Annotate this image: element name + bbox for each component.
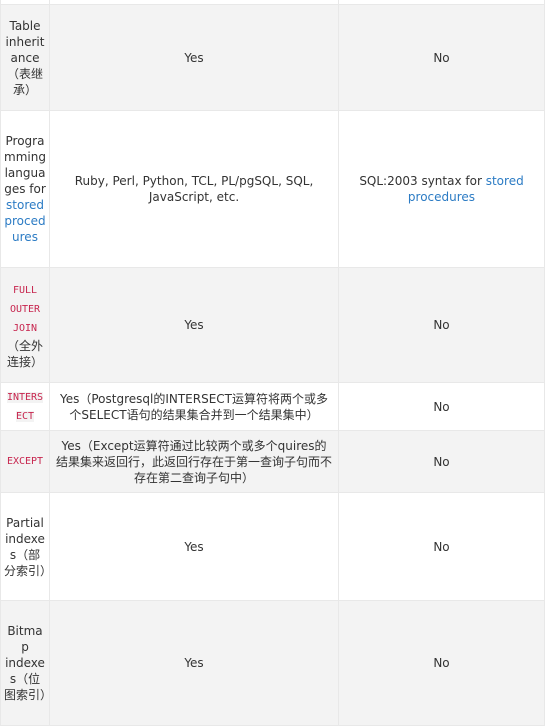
postgresql-value: Yes bbox=[184, 656, 204, 670]
feature-label: （全外连接） bbox=[6, 338, 43, 369]
other-db-value: No bbox=[433, 539, 450, 554]
postgresql-cell: Yes（Postgresql的INTERSECT运算符将两个或多个SELECT语… bbox=[49, 382, 339, 431]
other-db-value: No bbox=[433, 318, 450, 332]
postgresql-value: Yes（Except运算符通过比较两个或多个quires的结果集来返回行，此返回… bbox=[56, 438, 333, 485]
other-db-cell: No bbox=[338, 4, 545, 111]
feature-cell: Table inheritance（表继承） bbox=[0, 4, 50, 111]
postgresql-value: Ruby, Perl, Python, TCL, PL/pgSQL, SQL, … bbox=[74, 174, 314, 204]
other-db-value: No bbox=[433, 656, 450, 670]
other-db-cell: No bbox=[338, 267, 545, 383]
other-db-cell: No bbox=[338, 430, 545, 493]
postgresql-value: Yes（Postgresql的INTERSECT运算符将两个或多个SELECT语… bbox=[59, 391, 329, 422]
table-row-bitmap-indexes: Bitmap indexes（位图索引） Yes No bbox=[0, 600, 545, 726]
feature-cell: Partial indexes（部分索引） bbox=[0, 492, 53, 601]
other-db-cell: SQL:2003 syntax for stored procedures bbox=[338, 110, 545, 268]
stored-procedures-link[interactable]: stored procedures bbox=[4, 198, 45, 244]
feature-label: Table inheritance（表继承） bbox=[5, 18, 45, 97]
postgresql-value: Yes bbox=[184, 50, 204, 65]
feature-label: Partial indexes（部分索引） bbox=[4, 515, 53, 578]
other-db-cell: No bbox=[338, 492, 545, 601]
postgresql-cell: Yes（Except运算符通过比较两个或多个quires的结果集来返回行，此返回… bbox=[49, 430, 339, 493]
postgresql-value: Yes bbox=[184, 318, 204, 332]
feature-code: FULL OUTER JOIN bbox=[9, 284, 41, 334]
feature-code: INTERSECT bbox=[6, 391, 44, 422]
postgresql-value: Yes bbox=[184, 539, 204, 554]
feature-label: Bitmap indexes（位图索引） bbox=[4, 624, 53, 702]
postgresql-cell: Yes bbox=[49, 492, 339, 601]
feature-label: Programming languages for bbox=[4, 134, 46, 196]
other-db-value: No bbox=[433, 50, 450, 65]
other-db-cell: No bbox=[338, 600, 545, 726]
table-row-intersect: INTERSECT Yes（Postgresql的INTERSECT运算符将两个… bbox=[0, 382, 545, 431]
postgresql-cell: Yes bbox=[49, 600, 339, 726]
feature-cell: FULL OUTER JOIN （全外连接） bbox=[0, 267, 50, 383]
other-db-value: No bbox=[433, 454, 450, 469]
feature-cell: EXCEPT bbox=[0, 430, 50, 493]
other-db-value: No bbox=[433, 399, 450, 414]
postgresql-cell: Yes bbox=[49, 4, 339, 111]
feature-cell: Programming languages for stored procedu… bbox=[0, 110, 50, 268]
table-row-except: EXCEPT Yes（Except运算符通过比较两个或多个quires的结果集来… bbox=[0, 430, 545, 493]
postgresql-cell: Yes bbox=[49, 267, 339, 383]
table-row-programming-languages: Programming languages for stored procedu… bbox=[0, 110, 545, 268]
other-db-value: SQL:2003 syntax for bbox=[359, 174, 486, 188]
feature-cell: Bitmap indexes（位图索引） bbox=[0, 600, 53, 726]
feature-cell: INTERSECT bbox=[0, 382, 50, 431]
table-row-table-inheritance: Table inheritance（表继承） Yes No bbox=[0, 4, 545, 111]
postgresql-cell: Ruby, Perl, Python, TCL, PL/pgSQL, SQL, … bbox=[49, 110, 339, 268]
table-row-full-outer-join: FULL OUTER JOIN （全外连接） Yes No bbox=[0, 267, 545, 383]
table-row-partial-indexes: Partial indexes（部分索引） Yes No bbox=[0, 492, 545, 601]
other-db-cell: No bbox=[338, 382, 545, 431]
feature-code: EXCEPT bbox=[6, 456, 44, 467]
comparison-table: Table inheritance（表继承） Yes No Programmin… bbox=[0, 0, 545, 726]
